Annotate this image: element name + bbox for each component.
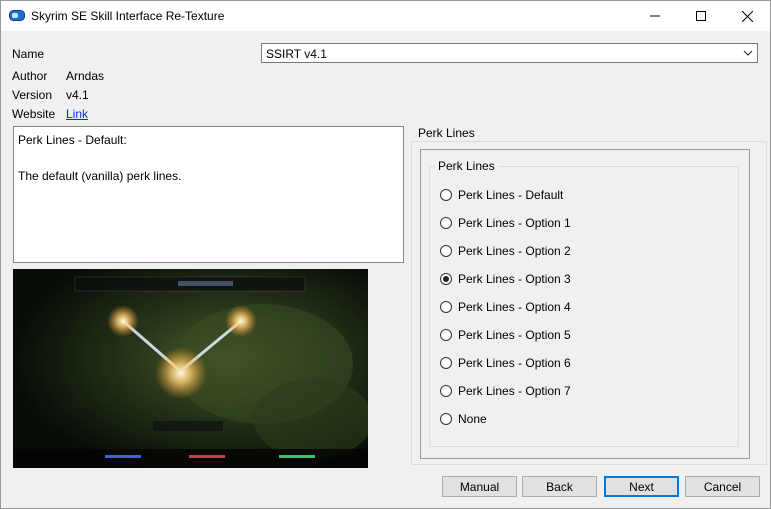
maximize-icon <box>696 11 706 21</box>
radio-button[interactable] <box>440 357 452 369</box>
radio-label: Perk Lines - Option 6 <box>458 356 571 370</box>
close-icon <box>741 10 753 22</box>
radio-perk-lines-option-4[interactable]: Perk Lines - Option 4 <box>440 299 571 315</box>
radio-label: Perk Lines - Option 4 <box>458 300 571 314</box>
maximize-button[interactable] <box>678 1 724 31</box>
website-link[interactable]: Link <box>66 107 88 121</box>
radio-button[interactable] <box>440 329 452 341</box>
radio-perk-lines-option-2[interactable]: Perk Lines - Option 2 <box>440 243 571 259</box>
cancel-button[interactable]: Cancel <box>685 476 760 497</box>
app-icon <box>9 10 25 21</box>
name-label: Name <box>12 47 45 61</box>
radio-perk-lines-option-1[interactable]: Perk Lines - Option 1 <box>440 215 571 231</box>
radio-label: Perk Lines - Option 1 <box>458 216 571 230</box>
radio-label: Perk Lines - Default <box>458 188 564 202</box>
description-body: The default (vanilla) perk lines. <box>18 169 182 183</box>
minimize-icon <box>650 15 660 17</box>
name-select[interactable]: SSIRT v4.1 <box>261 43 758 63</box>
perk-lines-page-label: Perk Lines <box>418 126 475 140</box>
radio-label: Perk Lines - Option 3 <box>458 272 571 286</box>
radio-none[interactable]: None <box>440 411 487 427</box>
chevron-down-icon <box>743 50 753 56</box>
description-box[interactable]: Perk Lines - Default: The default (vanil… <box>13 126 404 263</box>
back-button[interactable]: Back <box>522 476 597 497</box>
radio-label: Perk Lines - Option 2 <box>458 244 571 258</box>
version-value: v4.1 <box>66 88 89 102</box>
description-heading: Perk Lines - Default: <box>18 133 127 147</box>
radio-perk-lines-option-7[interactable]: Perk Lines - Option 7 <box>440 383 571 399</box>
radio-button[interactable] <box>440 413 452 425</box>
radio-perk-lines-option-5[interactable]: Perk Lines - Option 5 <box>440 327 571 343</box>
radio-label: Perk Lines - Option 7 <box>458 384 571 398</box>
manual-button[interactable]: Manual <box>442 476 517 497</box>
radio-label: None <box>458 412 487 426</box>
radio-button[interactable] <box>440 217 452 229</box>
close-button[interactable] <box>724 1 770 31</box>
radio-perk-lines-default[interactable]: Perk Lines - Default <box>440 187 563 203</box>
preview-image <box>13 269 368 468</box>
radio-button[interactable] <box>440 245 452 257</box>
version-label: Version <box>12 88 53 102</box>
author-label: Author <box>12 69 48 83</box>
minimize-button[interactable] <box>632 1 678 31</box>
window-title: Skyrim SE Skill Interface Re-Texture <box>31 9 225 23</box>
radio-button[interactable] <box>440 385 452 397</box>
installer-window: Skyrim SE Skill Interface Re-Texture Nam… <box>0 0 771 509</box>
preview-artwork <box>13 269 368 468</box>
radio-button[interactable] <box>440 189 452 201</box>
radio-perk-lines-option-3[interactable]: Perk Lines - Option 3 <box>440 271 571 287</box>
website-label: Website <box>12 107 56 121</box>
title-bar[interactable]: Skyrim SE Skill Interface Re-Texture <box>1 1 770 31</box>
perk-lines-group-label: Perk Lines <box>435 159 498 173</box>
name-select-value: SSIRT v4.1 <box>266 47 327 61</box>
radio-perk-lines-option-6[interactable]: Perk Lines - Option 6 <box>440 355 571 371</box>
author-value: Arndas <box>66 69 105 83</box>
radio-button-checked[interactable] <box>440 273 452 285</box>
radio-button[interactable] <box>440 301 452 313</box>
radio-label: Perk Lines - Option 5 <box>458 328 571 342</box>
next-button[interactable]: Next <box>604 476 679 497</box>
